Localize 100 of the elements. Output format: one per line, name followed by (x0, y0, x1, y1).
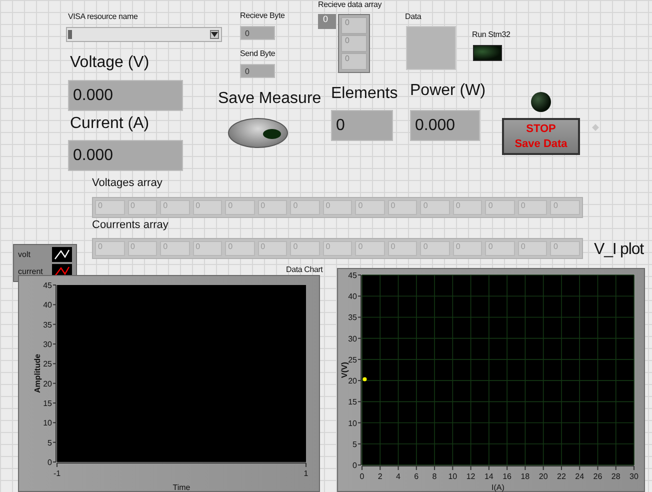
tick-label: 1 (304, 469, 308, 478)
tick-label: 18 (520, 472, 530, 481)
array-cell: 0 (290, 241, 320, 256)
tick-label: 28 (611, 472, 620, 481)
tick-label: 25 (348, 355, 357, 364)
tick-label: -1 (53, 469, 61, 478)
field-label: Send Byte (240, 50, 276, 58)
array-cell: 0 (550, 241, 580, 256)
dropdown-arrow-icon[interactable] (210, 30, 219, 39)
array-cell: 0 (388, 200, 418, 215)
tick-label: 15 (348, 398, 357, 407)
field-label: VISA resource name (68, 13, 138, 21)
tick-label: 25 (43, 360, 52, 369)
tick-label: 20 (348, 376, 357, 386)
tick-label: 5 (352, 440, 357, 449)
field-label: Voltage (V) (70, 55, 150, 71)
toggle-button[interactable] (228, 118, 288, 148)
tick-label: 10 (448, 472, 458, 481)
array-cell: 0 (452, 241, 482, 256)
array-cell: 0 (225, 241, 255, 256)
tick-label: 0 (48, 458, 52, 467)
tick-label: 16 (502, 472, 512, 481)
field-label: Data (405, 13, 422, 21)
tick-label: 0 (360, 472, 364, 481)
tick-label: 4 (396, 472, 400, 481)
array-cell: 0 (355, 200, 385, 215)
data-display (406, 26, 456, 70)
tick-label: 35 (43, 320, 52, 330)
chart-title: Data Chart (286, 266, 323, 274)
tick-label: 8 (432, 472, 437, 481)
array-cell: 0 (420, 200, 450, 215)
number-field[interactable]: 0 (240, 26, 275, 40)
field-label: Elements (331, 86, 398, 102)
field-label: Power (W) (410, 83, 486, 99)
tick-label: 6 (414, 472, 419, 481)
tick-label: 35 (348, 313, 357, 322)
array-cell: 0 (290, 200, 320, 215)
tick-label: 45 (348, 271, 357, 280)
resource-dropdown[interactable] (66, 27, 222, 42)
number-field: 0.000 (68, 140, 183, 171)
array-cell: 0 (128, 200, 158, 215)
array-cell: 0 (452, 200, 482, 215)
array-cell: 0 (192, 241, 222, 256)
axis-title: V(V) (340, 362, 349, 378)
array-cell: 0 (225, 200, 255, 215)
tick-label: 24 (575, 472, 584, 481)
array-cell: 0 (388, 241, 418, 256)
array-cell: 0 (192, 200, 222, 215)
array-cell: 0 (341, 53, 367, 70)
plot-title: V_I plot (594, 242, 644, 258)
array-cell: 0 (420, 241, 450, 256)
tick-label: 30 (348, 334, 357, 344)
array-label: Voltages array (92, 178, 162, 189)
axis-title: Amplitude (33, 354, 42, 394)
array-label: Courrents array (92, 220, 168, 231)
tick-label: 22 (557, 472, 566, 481)
array-cell: 0 (95, 241, 125, 256)
tick-label: 10 (348, 418, 357, 428)
tick-label: 5 (48, 438, 52, 448)
tick-label: 30 (43, 340, 52, 349)
tick-label: 20 (538, 472, 548, 481)
number-field[interactable]: 0 (240, 64, 275, 78)
tick-label: 40 (43, 300, 52, 310)
legend-label: current (18, 267, 43, 276)
field-label: Recieve data array (318, 1, 382, 9)
tick-label: 45 (43, 281, 52, 290)
array-cell: 0 (128, 241, 158, 256)
array-cell: 0 (518, 200, 548, 215)
array-cell: 0 (160, 241, 190, 256)
array-cell: 0 (258, 241, 288, 256)
array-cell: 0 (95, 200, 125, 215)
tick-label: 14 (484, 472, 494, 481)
number-field: 0 (331, 110, 393, 141)
array-cell: 0 (160, 200, 190, 215)
tick-label: 2 (378, 472, 382, 481)
tick-label: 15 (43, 399, 52, 408)
index-field[interactable]: 0 (318, 14, 336, 29)
resource-icon (68, 30, 72, 39)
array-cell: 0 (485, 200, 515, 215)
array-cell: 0 (518, 241, 548, 256)
tick-label: 40 (348, 292, 357, 302)
array-cell: 0 (322, 241, 352, 256)
array-cell: 0 (341, 35, 367, 52)
tick-label: 12 (466, 472, 476, 481)
diamond-icon (592, 124, 599, 131)
number-field: 0.000 (410, 110, 480, 141)
legend-label: volt (18, 250, 30, 259)
tick-label: 10 (43, 418, 52, 428)
tick-label: 0 (352, 461, 357, 470)
field-label: Current (A) (70, 116, 150, 132)
tick-label: 30 (630, 472, 638, 481)
axis-title: Time (172, 483, 190, 492)
number-field: 0.000 (68, 80, 183, 111)
button-label: Save Measure (218, 91, 322, 107)
array-cell: 0 (322, 200, 352, 215)
array-cell: 0 (341, 17, 367, 34)
field-label: Recieve Byte (240, 12, 285, 20)
tick-label: 26 (593, 472, 602, 481)
axis-title: I(A) (492, 483, 504, 492)
array-cell: 0 (258, 200, 288, 215)
